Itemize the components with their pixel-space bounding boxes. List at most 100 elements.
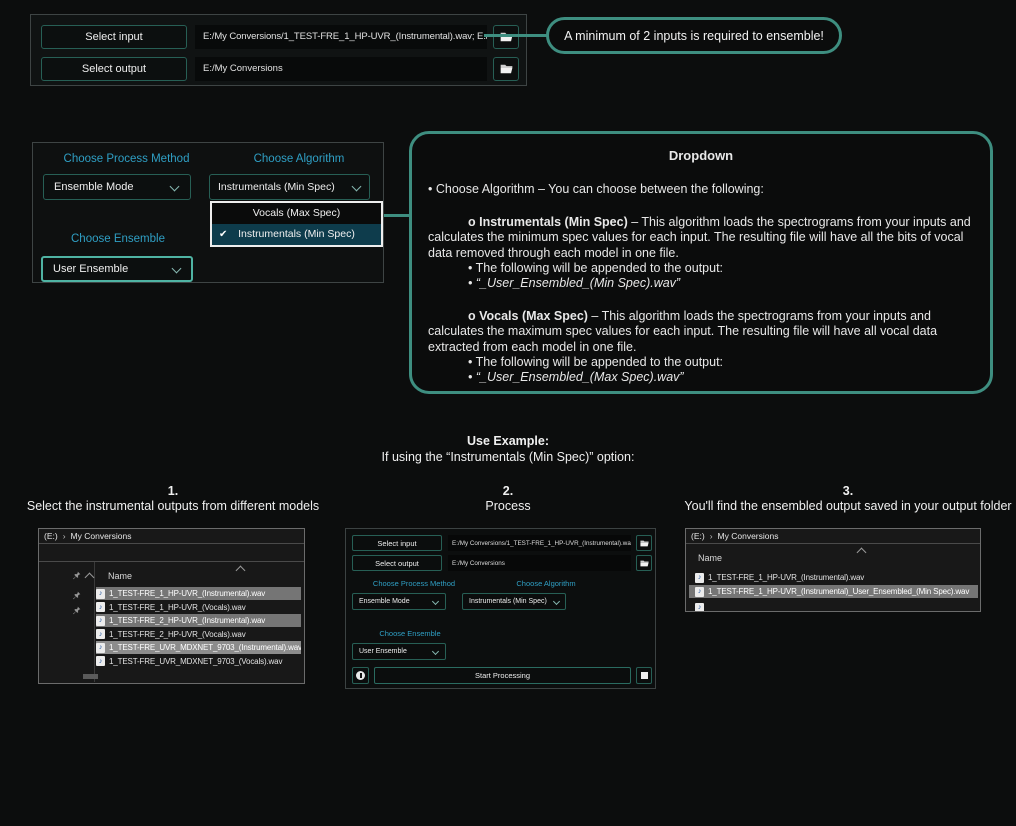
audio-file-icon: ♪	[695, 587, 704, 597]
collapse-chevron-icon[interactable]	[85, 573, 95, 583]
dropdown-option-instrumentals-min-spec[interactable]: ✔ Instrumentals (Min Spec)	[212, 224, 381, 245]
breadcrumb[interactable]: (E:)›My Conversions	[39, 529, 304, 544]
audio-file-icon: ♪	[96, 616, 105, 626]
ensemble-select[interactable]: User Ensemble	[41, 256, 193, 282]
audio-file-icon: ♪	[96, 629, 105, 639]
callout-connector-line	[484, 34, 548, 37]
file-row[interactable]: ♪ 1_TEST-FRE_2_HP-UVR_(Vocals).wav	[96, 628, 301, 641]
min-spec-bullet-2: • “_User_Ensembled_(Min Spec).wav”	[468, 276, 974, 291]
file-name: 1_TEST-FRE_2_HP-UVR_(Vocals).wav	[109, 630, 246, 639]
file-row[interactable]: ♪ 1_TEST-FRE_1_HP-UVR_(Instrumental)_User…	[689, 585, 978, 598]
pin-icon[interactable]	[72, 571, 81, 580]
pin-icon[interactable]	[72, 606, 81, 615]
step1-caption: Select the instrumental outputs from dif…	[0, 499, 346, 513]
info-intro: • Choose Algorithm – You can choose betw…	[428, 182, 974, 197]
start-processing-button[interactable]: Start Processing	[374, 667, 631, 684]
options-panel: Choose Process Method Choose Algorithm E…	[32, 142, 384, 283]
breadcrumb[interactable]: (E:)›My Conversions	[686, 529, 980, 544]
stop-icon	[641, 672, 648, 679]
audio-file-icon: ♪	[96, 589, 105, 599]
process-method-label: Choose Process Method	[39, 153, 214, 165]
process-method-value: Ensemble Mode	[54, 181, 134, 193]
chevron-right-icon: ›	[58, 531, 71, 541]
breadcrumb-path[interactable]: My Conversions	[718, 531, 779, 541]
file-row-clipped[interactable]: ♪	[689, 601, 978, 612]
min-spec-bullet-1: • The following will be appended to the …	[468, 261, 974, 276]
chevron-down-icon	[172, 264, 182, 274]
audio-file-icon: ♪	[96, 643, 105, 653]
info-section-max-spec: o Vocals (Max Spec) – This algorithm loa…	[428, 309, 974, 355]
chevron-right-icon: ›	[705, 531, 718, 541]
browse-input-button[interactable]	[493, 25, 519, 49]
breadcrumb-drive[interactable]: (E:)	[691, 531, 705, 541]
select-input-button[interactable]: Select input	[352, 535, 442, 551]
input-path-field[interactable]: E:/My Conversions/1_TEST-FRE_1_HP-UVR_(I…	[195, 25, 487, 49]
select-output-button[interactable]: Select output	[352, 555, 442, 571]
file-row[interactable]: ♪ 1_TEST-FRE_1_HP-UVR_(Instrumental).wav	[96, 587, 301, 600]
infobox-connector-line	[384, 214, 409, 217]
max-spec-bullet-1: • The following will be appended to the …	[468, 355, 974, 370]
info-icon	[356, 671, 365, 680]
input-path-field[interactable]: E:/My Conversions/1_TEST-FRE_1_HP-UVR_(I…	[448, 535, 631, 551]
sort-ascending-icon[interactable]	[857, 548, 867, 558]
chevron-down-icon	[170, 182, 180, 192]
name-column-header[interactable]: Name	[698, 553, 722, 563]
audio-file-icon: ♪	[96, 656, 105, 666]
name-column-header[interactable]: Name	[108, 571, 132, 581]
process-method-value: Ensemble Mode	[359, 598, 410, 605]
process-method-select[interactable]: Ensemble Mode	[43, 174, 191, 200]
output-path-field[interactable]: E:/My Conversions	[195, 57, 487, 81]
algorithm-value: Instrumentals (Min Spec)	[469, 598, 547, 605]
step2-number: 2.	[380, 484, 636, 498]
stop-button[interactable]	[636, 667, 652, 684]
file-name: 1_TEST-FRE_1_HP-UVR_(Instrumental)_User_…	[708, 587, 969, 596]
pin-icon[interactable]	[72, 591, 81, 600]
step2-caption: Process	[380, 499, 636, 513]
process-method-label: Choose Process Method	[352, 579, 476, 588]
audio-file-icon: ♪	[695, 573, 704, 583]
step1-number: 1.	[0, 484, 346, 498]
explorer-window-inputs: (E:)›My Conversions Name ♪1_TEST-FRE_1_H…	[38, 528, 305, 684]
io-panel: Select input E:/My Conversions/1_TEST-FR…	[30, 14, 527, 86]
file-name: 1_TEST-FRE_UVR_MDXNET_9703_(Instrumental…	[109, 643, 301, 652]
file-row[interactable]: ♪1_TEST-FRE_1_HP-UVR_(Vocals).wav	[96, 601, 301, 614]
chevron-down-icon	[352, 182, 362, 192]
max-spec-heading: o Vocals (Max Spec)	[468, 309, 588, 323]
algorithm-select[interactable]: Instrumentals (Min Spec)	[462, 593, 566, 610]
ensemble-label: Choose Ensemble	[360, 629, 460, 638]
file-row[interactable]: ♪1_TEST-FRE_UVR_MDXNET_9703_(Vocals).wav	[96, 655, 301, 668]
page: Select input E:/My Conversions/1_TEST-FR…	[0, 0, 1016, 826]
output-path-field[interactable]: E:/My Conversions	[448, 555, 631, 571]
max-spec-bullet-2: • “_User_Ensembled_(Max Spec).wav”	[468, 370, 974, 385]
toolbar-divider	[39, 561, 304, 562]
chevron-down-icon	[553, 598, 560, 605]
browse-output-button[interactable]	[636, 555, 652, 571]
ensemble-label: Choose Ensemble	[43, 233, 193, 245]
breadcrumb-drive[interactable]: (E:)	[44, 531, 58, 541]
folder-open-icon	[500, 64, 513, 74]
algorithm-label: Choose Algorithm	[486, 579, 606, 588]
horizontal-scrollbar[interactable]	[83, 674, 98, 679]
algorithm-dropdown-list: Vocals (Max Spec) ✔ Instrumentals (Min S…	[210, 201, 383, 247]
algorithm-select[interactable]: Instrumentals (Min Spec)	[209, 174, 370, 200]
dropdown-info-box: Dropdown • Choose Algorithm – You can ch…	[409, 131, 993, 394]
process-method-select[interactable]: Ensemble Mode	[352, 593, 446, 610]
file-name: 1_TEST-FRE_1_HP-UVR_(Instrumental).wav	[109, 589, 265, 598]
file-row[interactable]: ♪ 1_TEST-FRE_2_HP-UVR_(Instrumental).wav	[96, 614, 301, 627]
folder-open-icon	[640, 560, 649, 567]
file-name: 1_TEST-FRE_2_HP-UVR_(Instrumental).wav	[109, 616, 265, 625]
browse-input-button[interactable]	[636, 535, 652, 551]
dropdown-option-vocals-max-spec[interactable]: Vocals (Max Spec)	[212, 203, 381, 224]
file-row[interactable]: ♪ 1_TEST-FRE_UVR_MDXNET_9703_(Instrumenta…	[96, 641, 301, 654]
browse-output-button[interactable]	[493, 57, 519, 81]
explorer-window-output: (E:)›My Conversions Name ♪1_TEST-FRE_1_H…	[685, 528, 981, 612]
file-row[interactable]: ♪1_TEST-FRE_1_HP-UVR_(Instrumental).wav	[689, 571, 978, 584]
ensemble-select[interactable]: User Ensemble	[352, 643, 446, 660]
info-button[interactable]	[352, 667, 369, 684]
breadcrumb-path[interactable]: My Conversions	[71, 531, 132, 541]
min-spec-heading: o Instrumentals (Min Spec)	[468, 215, 628, 229]
select-output-button[interactable]: Select output	[41, 57, 187, 81]
select-input-button[interactable]: Select input	[41, 25, 187, 49]
audio-file-icon: ♪	[96, 602, 105, 612]
sort-ascending-icon[interactable]	[236, 566, 246, 576]
